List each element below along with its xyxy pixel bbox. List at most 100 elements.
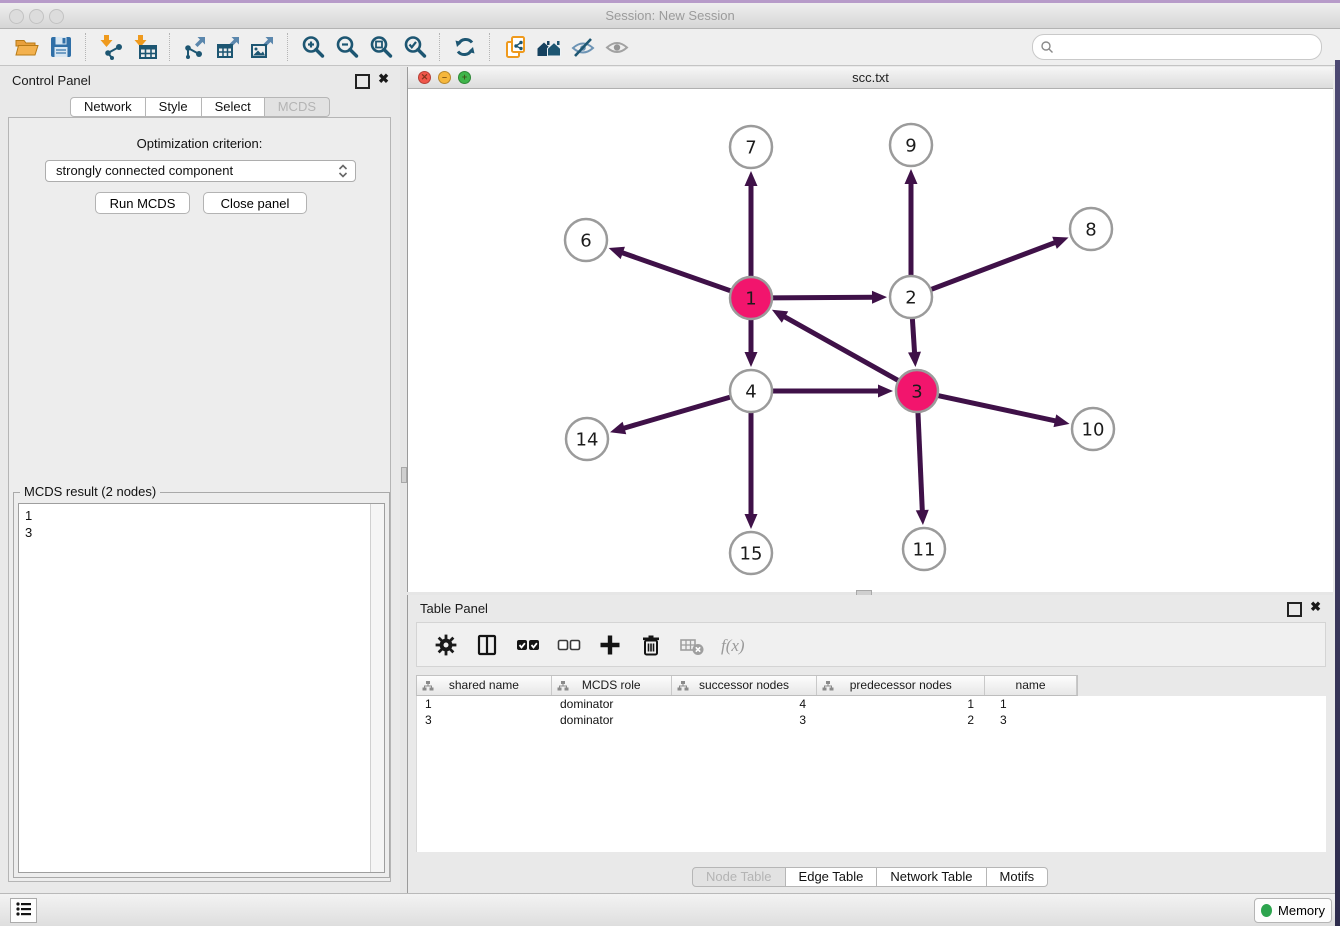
graph-edge-2-3[interactable] [912,316,914,354]
table-cell: dominator [552,696,672,712]
memory-button[interactable]: Memory [1254,898,1332,923]
table-panel-close-icon[interactable]: ✖ [1310,599,1321,615]
application-window: Session: New Session Control Panel ✖ Net… [0,0,1340,926]
graph-edge-3-1[interactable] [783,316,900,382]
zoom-out-button[interactable] [330,32,364,62]
refresh-layout-button[interactable] [448,32,482,62]
graph-node-label: 8 [1085,219,1096,240]
column-tree-icon [422,680,434,692]
control-panel-float-icon[interactable] [355,74,370,89]
graph-edge-3-11[interactable] [918,410,923,512]
function-builder-button[interactable] [720,632,746,658]
import-network-button[interactable] [94,32,128,62]
save-session-icon [48,34,74,60]
column-settings-button[interactable] [433,632,459,658]
optimization-criterion-dropdown[interactable]: strongly connected component [45,160,356,182]
hide-selected-button[interactable] [566,32,600,62]
import-table-button[interactable] [128,32,162,62]
graph-edge-arrowhead [1054,414,1070,427]
show-hidden-button[interactable] [600,32,634,62]
table-row[interactable]: 3dominator323 [417,712,1326,728]
select-all-columns-button[interactable] [515,632,541,658]
column-tree-icon [557,680,569,692]
graph-edge-1-2[interactable] [770,297,874,298]
tab-motifs[interactable]: Motifs [987,867,1049,887]
table-cell: 3 [986,712,1078,728]
tab-network-table[interactable]: Network Table [877,867,986,887]
zoom-fit-button[interactable] [364,32,398,62]
tab-network[interactable]: Network [70,97,146,117]
show-all-networks-button[interactable] [532,32,566,62]
refresh-layout-icon [452,34,478,60]
tab-select[interactable]: Select [202,97,265,117]
network-maximize-button[interactable]: + [458,71,471,84]
deselect-all-columns-icon [556,632,582,658]
table-row[interactable]: 1dominator411 [417,696,1326,712]
toggle-panel-layout-button[interactable] [474,632,500,658]
network-view-window: ✕ – + scc.txt 7968124314101511 [407,67,1333,592]
graph-edge-arrowhead [905,169,918,184]
open-session-icon [14,34,40,60]
run-mcds-button[interactable]: Run MCDS [95,192,190,214]
export-image-button[interactable] [246,32,280,62]
tab-node-table[interactable]: Node Table [692,867,786,887]
deselect-all-columns-button[interactable] [556,632,582,658]
column-header-predecessor-nodes[interactable]: predecessor nodes [817,676,985,695]
network-minimize-button[interactable]: – [438,71,451,84]
chevron-up-down-icon [338,163,348,179]
close-panel-button[interactable]: Close panel [203,192,307,214]
window-minimize-button[interactable] [29,9,44,24]
memory-status-dot [1261,904,1272,917]
zoom-in-icon [300,34,326,60]
delete-column-button[interactable] [638,632,664,658]
hide-selected-icon [570,34,596,60]
import-network-icon [98,34,124,60]
main-toolbar-icons [10,32,634,62]
column-settings-icon [433,632,459,658]
table-cell: 3 [672,712,818,728]
zoom-selected-button[interactable] [398,32,432,62]
result-scrollbar[interactable] [370,504,384,872]
window-zoom-button[interactable] [49,9,64,24]
main-toolbar [0,29,1340,66]
column-header-name[interactable]: name [985,676,1077,695]
delete-table-button[interactable] [679,632,705,658]
column-header-mcds-role[interactable]: MCDS role [552,676,672,695]
open-session-button[interactable] [10,32,44,62]
duplicate-network-button[interactable] [498,32,532,62]
table-cell: 2 [818,712,986,728]
graph-edge-1-6[interactable] [621,252,733,291]
function-builder-icon [720,632,746,658]
task-history-button[interactable] [10,898,37,923]
graph-edge-arrowhead [609,247,625,259]
window-close-button[interactable] [9,9,24,24]
export-table-icon [216,34,242,60]
tab-edge-table[interactable]: Edge Table [786,867,878,887]
search-input[interactable] [1059,37,1313,57]
graph-node-label: 3 [911,381,922,402]
export-table-button[interactable] [212,32,246,62]
add-column-icon [597,632,623,658]
graph-edge-2-8[interactable] [929,242,1057,290]
tab-style[interactable]: Style [146,97,202,117]
control-panel-close-icon[interactable]: ✖ [378,71,389,87]
toolbar-separator [489,33,491,61]
network-close-button[interactable]: ✕ [418,71,431,84]
tab-mcds[interactable]: MCDS [265,97,330,117]
graph-edge-4-14[interactable] [623,396,733,428]
column-header-shared-name[interactable]: shared name [417,676,552,695]
add-column-button[interactable] [597,632,623,658]
graph-node-label: 9 [905,135,916,156]
network-canvas[interactable]: 7968124314101511 [408,89,1333,592]
table-panel-float-icon[interactable] [1287,602,1302,617]
export-network-button[interactable] [178,32,212,62]
graph-edge-arrowhead [1052,237,1068,249]
vertical-splitter[interactable] [400,67,407,893]
table-cell: 1 [986,696,1078,712]
table-panel-tabs: Node TableEdge TableNetwork TableMotifs [692,867,1048,887]
column-header-successor-nodes[interactable]: successor nodes [672,676,818,695]
mcds-result-list: 13 [18,503,385,873]
zoom-in-button[interactable] [296,32,330,62]
save-session-button[interactable] [44,32,78,62]
graph-edge-3-10[interactable] [936,395,1057,421]
